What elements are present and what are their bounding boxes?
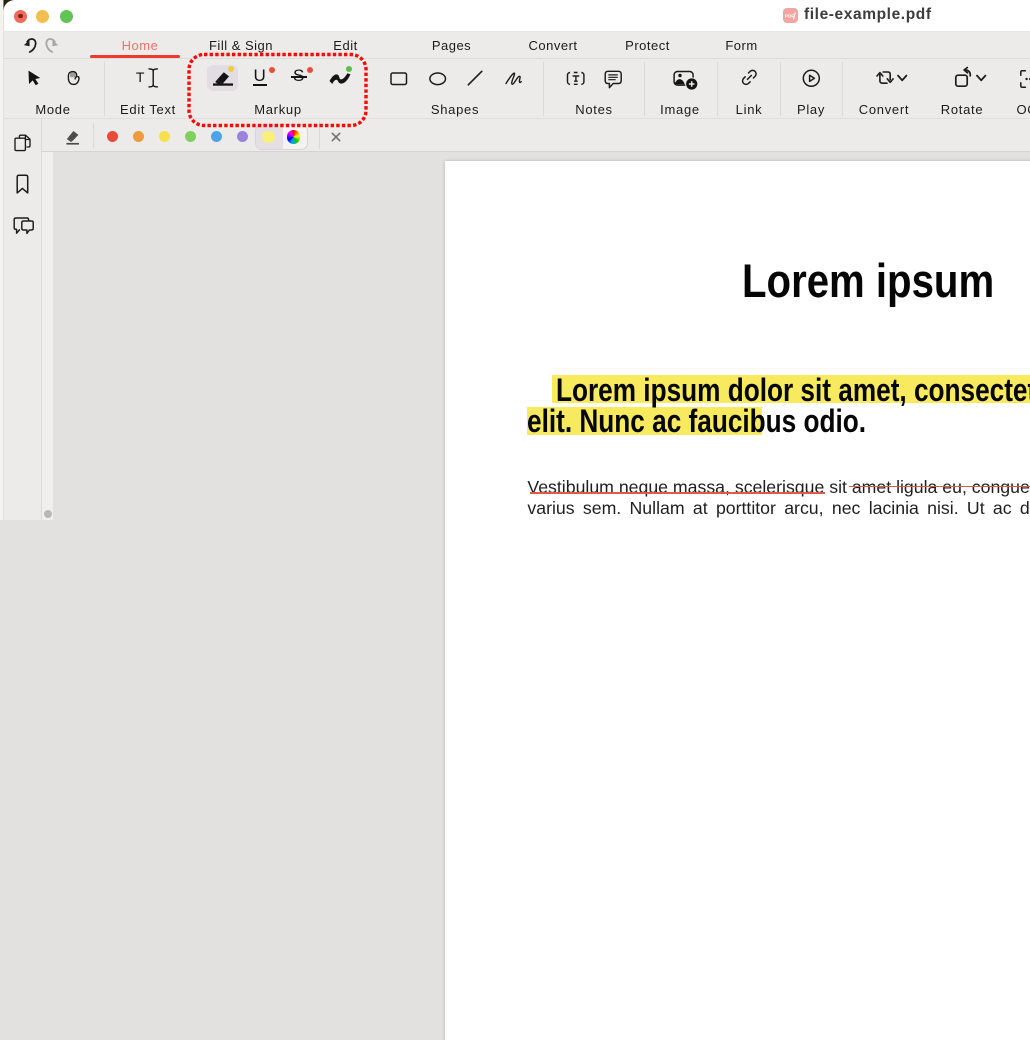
svg-text:PDF: PDF bbox=[785, 13, 794, 18]
